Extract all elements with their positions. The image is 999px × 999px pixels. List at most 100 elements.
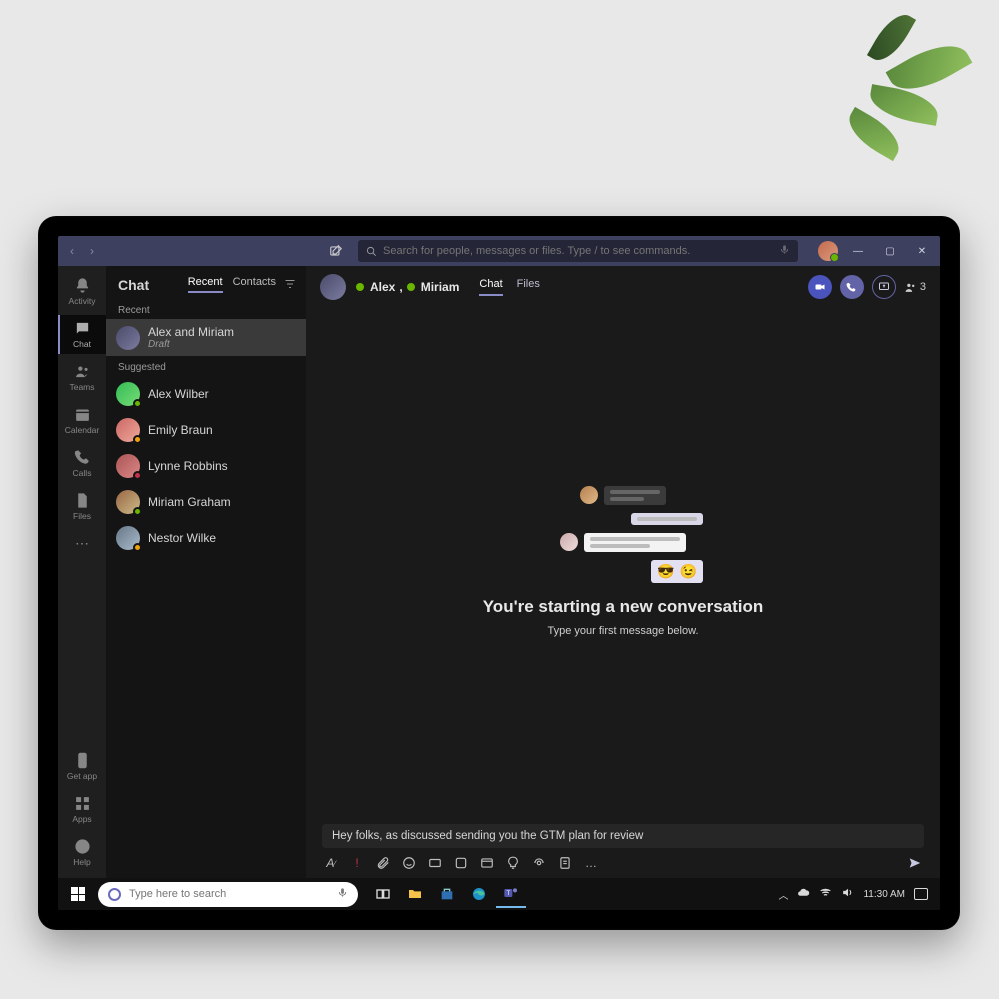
empty-state-sub: Type your first message below.: [547, 625, 698, 637]
avatar: [116, 454, 140, 478]
chat-header: Alex, Miriam Chat Files 3: [306, 266, 940, 308]
app-body: Activity Chat Teams Calendar Calls: [58, 266, 940, 878]
task-icon[interactable]: [558, 856, 572, 870]
compose-box[interactable]: Hey folks, as discussed sending you the …: [322, 824, 924, 848]
illus-avatar-icon: [580, 486, 598, 504]
avatar: [116, 382, 140, 406]
nav-arrows: ‹ ›: [64, 244, 100, 258]
more-icon[interactable]: …: [584, 856, 598, 870]
stream-icon[interactable]: [532, 856, 546, 870]
chat-empty-state: 😎😉 You're starting a new conversation Ty…: [306, 308, 940, 814]
tab-chat[interactable]: Chat: [479, 278, 502, 296]
share-screen-button[interactable]: [872, 275, 896, 299]
presence-icon: [133, 471, 142, 480]
rail-teams[interactable]: Teams: [58, 358, 106, 397]
rail-label: Chat: [73, 339, 91, 349]
taskbar-pinned: T: [368, 880, 526, 908]
avatar: [116, 526, 140, 550]
rail-label: Get app: [67, 771, 97, 781]
tablet-frame: ‹ › — ▢ ✕: [38, 216, 960, 930]
tray-cloud-icon[interactable]: [797, 886, 810, 902]
send-button[interactable]: [908, 856, 922, 870]
rail-label: Calendar: [65, 425, 100, 435]
action-center-icon[interactable]: [914, 888, 928, 900]
rail-activity[interactable]: Activity: [58, 272, 106, 311]
important-icon[interactable]: !: [350, 856, 364, 870]
audio-call-button[interactable]: [840, 275, 864, 299]
people-count[interactable]: 3: [904, 281, 926, 294]
start-button[interactable]: [64, 880, 92, 908]
section-header-suggested: Suggested: [106, 356, 306, 376]
chat-list-title: Chat: [118, 277, 149, 293]
file-explorer-icon[interactable]: [400, 880, 430, 908]
current-user-avatar[interactable]: [818, 241, 838, 261]
taskbar-search[interactable]: [98, 882, 358, 907]
chat-row-text: Alex and Miriam Draft: [148, 325, 234, 350]
chat-row[interactable]: Miriam Graham: [106, 484, 306, 520]
chat-row[interactable]: Lynne Robbins: [106, 448, 306, 484]
sticker-icon[interactable]: [454, 856, 468, 870]
filter-icon[interactable]: [284, 277, 296, 293]
teams-app-icon[interactable]: T: [496, 880, 526, 908]
window-maximize-icon[interactable]: ▢: [878, 239, 902, 263]
presence-dot-icon: [356, 283, 364, 291]
empty-state-illustration: 😎😉: [543, 486, 703, 583]
system-tray: ︿ 11:30 AM: [778, 886, 934, 902]
avatar: [116, 490, 140, 514]
taskbar-search-input[interactable]: [129, 888, 329, 900]
tray-wifi-icon[interactable]: [819, 886, 832, 902]
rail-get-app[interactable]: Get app: [58, 747, 106, 786]
tab-recent[interactable]: Recent: [188, 276, 223, 293]
tab-files[interactable]: Files: [517, 278, 540, 296]
global-search[interactable]: [358, 240, 798, 262]
empty-state-title: You're starting a new conversation: [483, 597, 764, 617]
decorative-plant: [819, 0, 999, 180]
tray-chevron-icon[interactable]: ︿: [778, 887, 788, 902]
avatar: [116, 326, 140, 350]
chat-row[interactable]: Alex and Miriam Draft: [106, 319, 306, 356]
tab-contacts[interactable]: Contacts: [233, 276, 276, 293]
gif-icon[interactable]: [428, 856, 442, 870]
chat-list-tabs: Recent Contacts: [188, 276, 276, 293]
chat-row-name: Emily Braun: [148, 423, 213, 437]
rail-help[interactable]: Help: [58, 833, 106, 872]
emoji-icon[interactable]: [402, 856, 416, 870]
window-minimize-icon[interactable]: —: [846, 239, 870, 263]
chat-row[interactable]: Nestor Wilke: [106, 520, 306, 556]
compose-new-icon[interactable]: [326, 241, 346, 261]
illus-emoji-row: 😎😉: [651, 560, 703, 583]
tray-volume-icon[interactable]: [841, 886, 854, 902]
chat-tabs: Chat Files: [479, 278, 539, 296]
video-call-button[interactable]: [808, 275, 832, 299]
rail-apps[interactable]: Apps: [58, 790, 106, 829]
rail-calendar[interactable]: Calendar: [58, 401, 106, 440]
task-view-icon[interactable]: [368, 880, 398, 908]
presence-icon: [133, 435, 142, 444]
attach-icon[interactable]: [376, 856, 390, 870]
chat-row-name: Alex and Miriam: [148, 325, 234, 339]
bulb-icon[interactable]: [506, 856, 520, 870]
chat-row-name: Miriam Graham: [148, 495, 231, 509]
windows-taskbar: T ︿ 11:30 AM: [58, 878, 940, 910]
window-close-icon[interactable]: ✕: [910, 239, 934, 263]
nav-forward-icon[interactable]: ›: [84, 244, 100, 258]
mic-icon[interactable]: [779, 244, 790, 258]
nav-back-icon[interactable]: ‹: [64, 244, 80, 258]
rail-chat[interactable]: Chat: [58, 315, 106, 354]
rail-label: Teams: [69, 382, 94, 392]
taskbar-mic-icon[interactable]: [337, 887, 348, 901]
presence-dot-icon: [407, 283, 415, 291]
chat-row[interactable]: Alex Wilber: [106, 376, 306, 412]
rail-files[interactable]: Files: [58, 487, 106, 526]
format-icon[interactable]: A∕: [324, 856, 338, 870]
rail-more-icon[interactable]: ⋯: [58, 530, 106, 557]
rail-label: Activity: [69, 296, 96, 306]
chat-row[interactable]: Emily Braun: [106, 412, 306, 448]
meet-icon[interactable]: [480, 856, 494, 870]
rail-calls[interactable]: Calls: [58, 444, 106, 483]
rail-label: Help: [73, 857, 90, 867]
tray-clock[interactable]: 11:30 AM: [863, 889, 905, 900]
global-search-input[interactable]: [383, 245, 773, 257]
edge-icon[interactable]: [464, 880, 494, 908]
store-icon[interactable]: [432, 880, 462, 908]
